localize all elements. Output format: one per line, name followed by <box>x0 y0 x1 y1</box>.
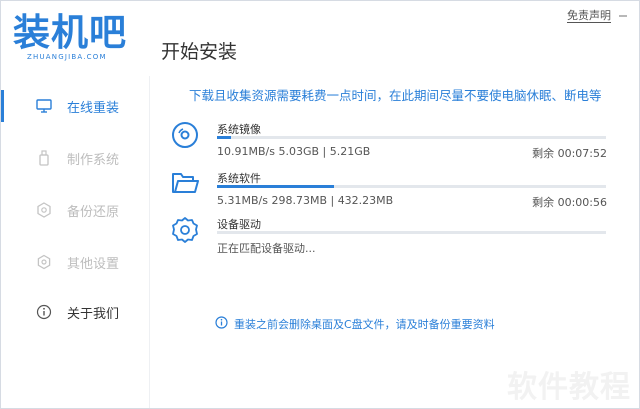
task-name: 系统镜像 <box>217 123 261 136</box>
task-device-drivers: 设备驱动 正在匹配设备驱动... <box>171 216 607 256</box>
progress-bar <box>217 231 606 234</box>
progress-bar <box>217 136 606 139</box>
task-system-image: 系统镜像 10.91MB/s 5.03GB | 5.21GB 剩余 00:07:… <box>171 121 607 161</box>
task-remaining: 剩余 00:07:52 <box>532 147 607 160</box>
disclaimer-link[interactable]: 免责声明 <box>567 9 611 23</box>
sidebar-item-make-system[interactable]: 制作系统 <box>1 132 149 184</box>
installer-window: 装机吧 ZHUANGJIBA.COM 开始安装 免责声明 在线重装 制作系统 备… <box>0 0 640 409</box>
folder-icon <box>171 170 199 198</box>
task-stats: 正在匹配设备驱动... <box>217 242 316 255</box>
backup-warning: 重装之前会删除桌面及C盘文件，请及时备份重要资料 <box>215 316 495 332</box>
sidebar-item-online-reinstall[interactable]: 在线重装 <box>1 80 149 132</box>
task-remaining: 剩余 00:00:56 <box>532 196 607 209</box>
sidebar-item-label: 其他设置 <box>67 256 120 272</box>
download-notice: 下载且收集资源需要耗费一点时间，在此期间尽量不要使电脑休眠、断电等 <box>189 88 602 103</box>
sidebar-item-label: 关于我们 <box>67 306 120 322</box>
task-system-software: 系统软件 5.31MB/s 298.73MB | 432.23MB 剩余 00:… <box>171 170 607 210</box>
progress-fill <box>217 136 231 139</box>
gear-icon <box>171 216 199 244</box>
sidebar-item-label: 制作系统 <box>67 152 120 168</box>
info-icon <box>35 303 53 321</box>
sidebar-item-backup-restore[interactable]: 备份还原 <box>1 184 149 236</box>
sidebar-item-about-us[interactable]: 关于我们 <box>1 286 149 338</box>
window-controls: 免责声明 <box>567 9 629 23</box>
monitor-icon <box>35 97 53 115</box>
logo-text: 装机吧 <box>13 11 127 54</box>
task-name: 系统软件 <box>217 172 261 185</box>
page-title: 开始安装 <box>161 41 238 63</box>
task-stats: 10.91MB/s 5.03GB | 5.21GB <box>217 145 371 158</box>
warning-text: 重装之前会删除桌面及C盘文件，请及时备份重要资料 <box>234 318 495 331</box>
sidebar-item-label: 备份还原 <box>67 204 120 220</box>
settings-icon <box>35 253 53 271</box>
task-stats: 5.31MB/s 298.73MB | 432.23MB <box>217 194 394 207</box>
watermark: 软件教程 <box>507 370 631 405</box>
task-name: 设备驱动 <box>217 218 261 231</box>
app-logo: 装机吧 ZHUANGJIBA.COM <box>13 11 143 67</box>
usb-icon <box>35 149 53 167</box>
progress-bar <box>217 185 606 188</box>
sidebar-item-other-settings[interactable]: 其他设置 <box>1 236 149 288</box>
minimize-icon[interactable] <box>617 10 629 22</box>
disc-icon <box>171 121 199 149</box>
progress-fill <box>217 185 334 188</box>
info-circle-icon <box>215 316 228 332</box>
sidebar: 在线重装 制作系统 备份还原 其他设置 关于我们 <box>1 76 150 408</box>
sidebar-item-label: 在线重装 <box>67 100 120 116</box>
backup-icon <box>35 201 53 219</box>
